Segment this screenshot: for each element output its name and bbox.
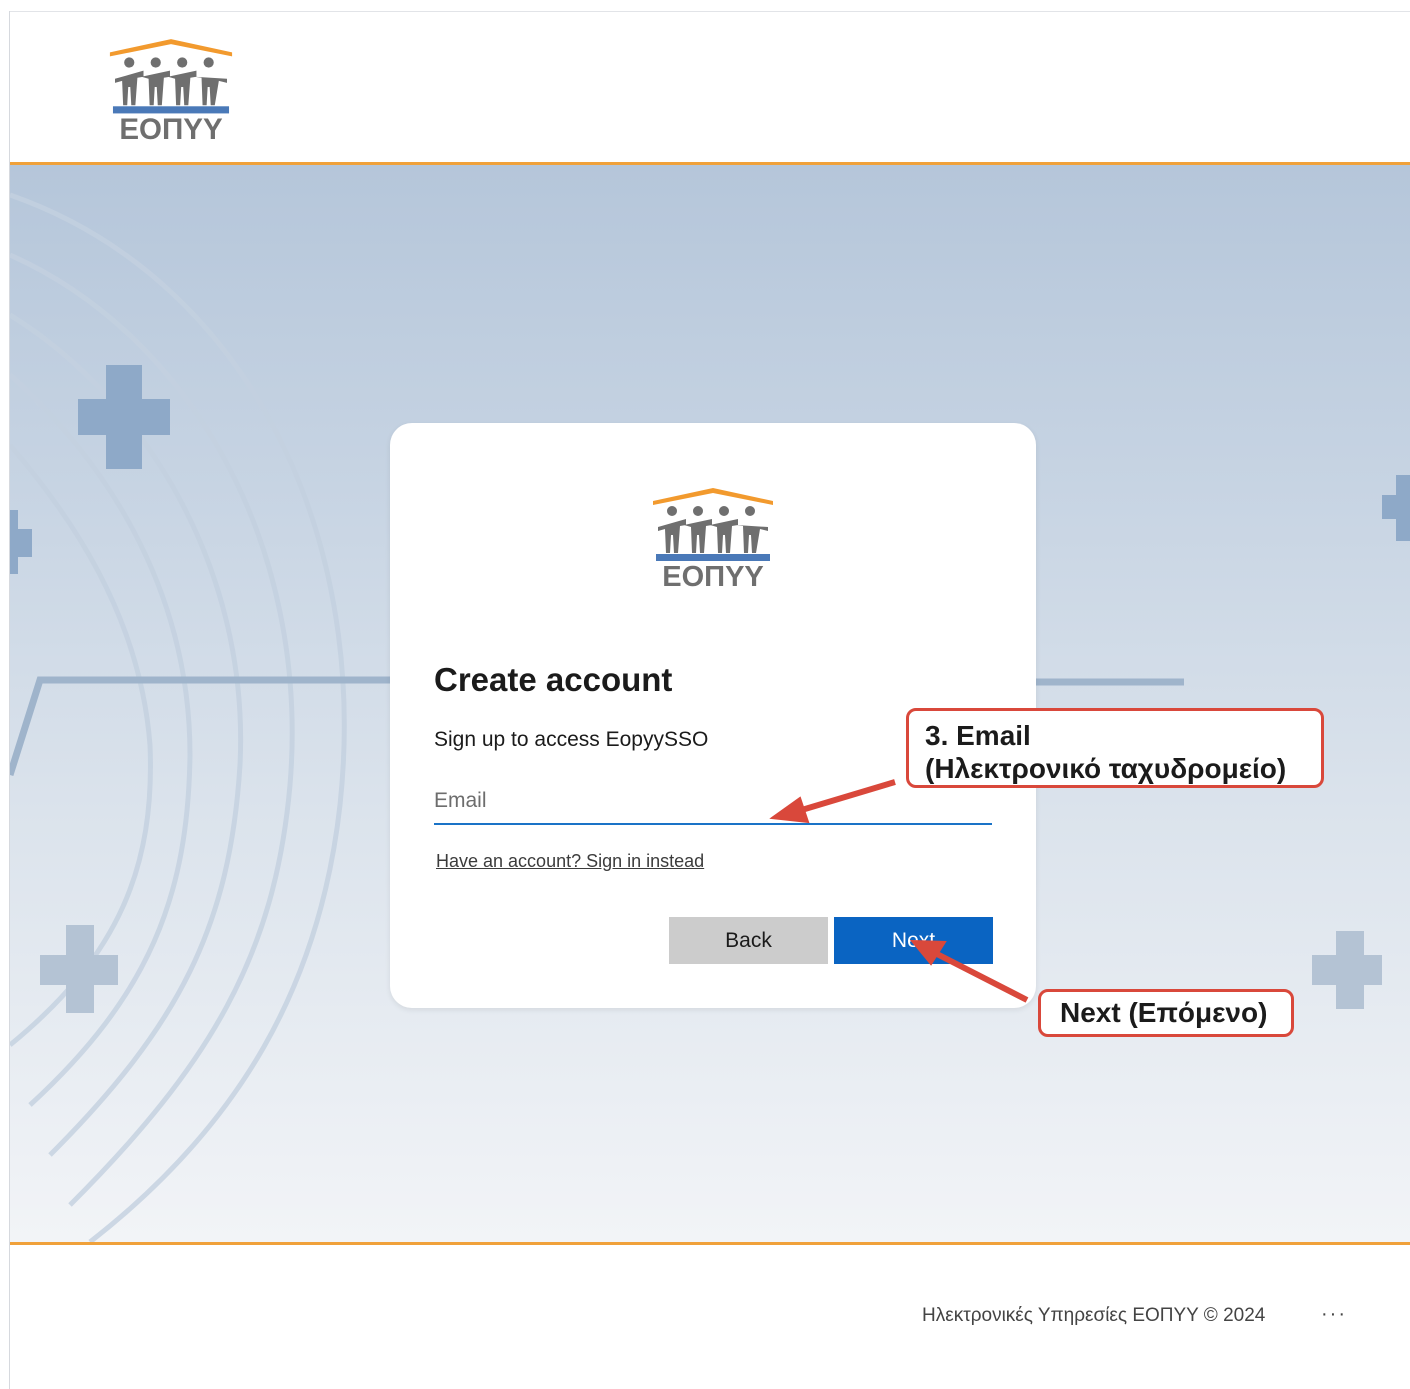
eopyy-logo-icon: ΕΟΠΥΥ xyxy=(653,488,773,593)
next-button[interactable]: Next xyxy=(834,917,993,964)
more-options-icon[interactable]: ··· xyxy=(1321,1303,1347,1326)
email-callout-line1: 3. Email xyxy=(925,720,1031,751)
email-callout: 3. Email (Ηλεκτρονικό ταχυδρομείο) xyxy=(906,708,1324,788)
card-logo: ΕΟΠΥΥ xyxy=(650,483,776,593)
header-logo: ΕΟΠΥΥ xyxy=(105,34,237,146)
page-subtitle: Sign up to access EopyySSO xyxy=(434,728,709,751)
page-title: Create account xyxy=(434,661,673,698)
email-callout-line2: (Ηλεκτρονικό ταχυδρομείο) xyxy=(925,753,1287,784)
back-button[interactable]: Back xyxy=(669,917,828,964)
footer-accent-line xyxy=(10,1242,1410,1245)
svg-text:ΕΟΠΥΥ: ΕΟΠΥΥ xyxy=(662,561,764,593)
next-callout: Next (Επόμενο) xyxy=(1038,989,1294,1037)
email-field[interactable] xyxy=(434,779,992,825)
footer-copyright: Ηλεκτρονικές Υπηρεσίες ΕΟΠΥΥ © 2024 xyxy=(922,1305,1266,1326)
signin-instead-link[interactable]: Have an account? Sign in instead xyxy=(436,851,704,872)
eopyy-logo-icon: ΕΟΠΥΥ xyxy=(109,39,233,146)
svg-text:ΕΟΠΥΥ: ΕΟΠΥΥ xyxy=(119,113,223,146)
